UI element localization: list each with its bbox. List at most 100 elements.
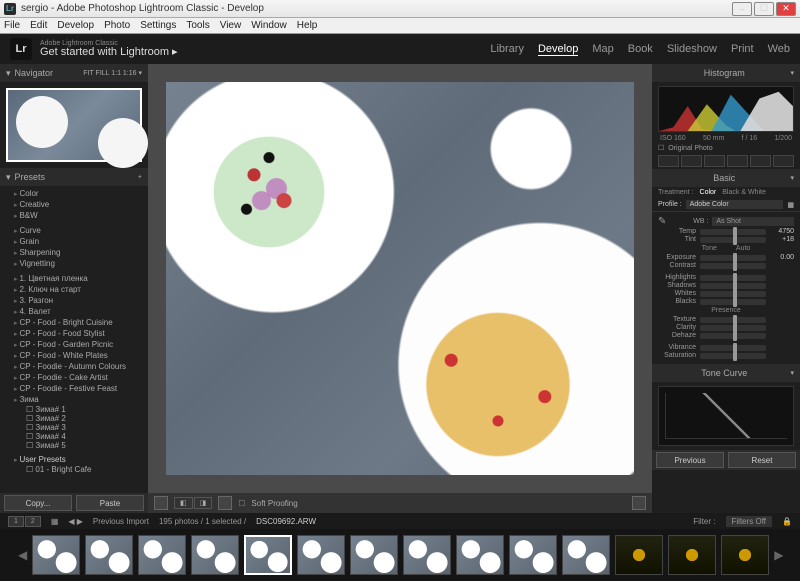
treatment-bw[interactable]: Black & White [722, 189, 766, 196]
preset-group[interactable]: CP - Food - Bright Cuisine [4, 317, 144, 328]
preset-group[interactable]: 2. Ключ на старт [4, 284, 144, 295]
profile-browser-icon[interactable]: ▦ [787, 201, 794, 209]
preset-group[interactable]: 1. Цветная пленка [4, 273, 144, 284]
preset-group[interactable]: Sharpening [4, 247, 144, 258]
navigator-modes[interactable]: FIT FILL 1:1 1:16 ▾ [83, 69, 142, 77]
preset-item[interactable]: Зима# 2 [4, 414, 144, 423]
clarity-slider[interactable] [700, 325, 766, 331]
filmstrip-thumb[interactable] [350, 535, 398, 575]
shadows-slider[interactable] [700, 283, 766, 289]
photo-canvas[interactable] [148, 64, 652, 493]
wb-select[interactable]: As Shot [712, 217, 794, 226]
preset-item[interactable]: Зима# 1 [4, 405, 144, 414]
module-develop[interactable]: Develop [538, 43, 578, 56]
module-library[interactable]: Library [490, 43, 524, 56]
filmstrip-thumb-selected[interactable] [244, 535, 292, 575]
tint-slider[interactable] [700, 237, 766, 243]
exposure-slider[interactable] [700, 255, 766, 261]
menu-photo[interactable]: Photo [104, 20, 130, 31]
filmstrip-thumb[interactable] [297, 535, 345, 575]
filmstrip-thumb[interactable] [509, 535, 557, 575]
module-book[interactable]: Book [628, 43, 653, 56]
menu-tools[interactable]: Tools [186, 20, 209, 31]
preset-group[interactable]: Vignetting [4, 258, 144, 269]
module-map[interactable]: Map [592, 43, 613, 56]
filmstrip-thumb[interactable] [615, 535, 663, 575]
menu-file[interactable]: File [4, 20, 20, 31]
brand-title[interactable]: Get started with Lightroom ▸ [40, 47, 178, 58]
preset-group[interactable]: B&W [4, 210, 144, 221]
filmstrip-thumb[interactable] [403, 535, 451, 575]
preset-item[interactable]: 01 - Bright Cafe [4, 465, 144, 474]
preset-group[interactable]: Grain [4, 236, 144, 247]
texture-slider[interactable] [700, 317, 766, 323]
menu-view[interactable]: View [220, 20, 242, 31]
preset-group[interactable]: Зима [4, 394, 144, 405]
monitor-icon[interactable]: 2 [25, 516, 41, 527]
reset-button[interactable]: Reset [728, 452, 796, 468]
preset-item[interactable]: Зима# 3 [4, 423, 144, 432]
before-after-icon[interactable]: ◧ [174, 497, 193, 509]
filmstrip-source[interactable]: Previous Import [93, 517, 149, 526]
user-presets-header[interactable]: User Presets [4, 454, 144, 465]
filmstrip-next-icon[interactable]: ▶ [774, 548, 783, 562]
preset-group[interactable]: Color [4, 188, 144, 199]
toolbar-menu-icon[interactable] [632, 496, 646, 510]
module-print[interactable]: Print [731, 43, 754, 56]
preset-group[interactable]: CP - Foodie - Autumn Colours [4, 361, 144, 372]
preset-group[interactable]: 4. Валет [4, 306, 144, 317]
tone-curve-header[interactable]: Tone Curve▾ [652, 364, 800, 382]
soft-proofing-label[interactable]: Soft Proofing [251, 499, 297, 508]
navigator-header[interactable]: ▾ Navigator FIT FILL 1:1 1:16 ▾ [0, 64, 148, 82]
preset-group[interactable]: CP - Foodie - Cake Artist [4, 372, 144, 383]
basic-header[interactable]: Basic▾ [652, 169, 800, 187]
highlights-slider[interactable] [700, 275, 766, 281]
radial-tool-icon[interactable] [750, 155, 771, 167]
filmstrip-prev-icon[interactable]: ◀ [18, 548, 27, 562]
eyedropper-icon[interactable]: ✎ [658, 216, 666, 227]
exposure-value[interactable]: 0.00 [770, 254, 794, 261]
before-after-icon[interactable]: ◨ [194, 497, 213, 509]
tone-curve-display[interactable] [658, 386, 794, 446]
menu-help[interactable]: Help [297, 20, 318, 31]
histogram-header[interactable]: Histogram ▾ [652, 64, 800, 82]
blacks-slider[interactable] [700, 299, 766, 305]
redeye-tool-icon[interactable] [704, 155, 725, 167]
module-web[interactable]: Web [768, 43, 790, 56]
preset-group[interactable]: CP - Foodie - Festive Feast [4, 383, 144, 394]
presets-header[interactable]: ▾ Presets + [0, 168, 148, 186]
previous-button[interactable]: Previous [656, 452, 724, 468]
tool-icon[interactable] [218, 496, 232, 510]
filmstrip-thumb[interactable] [456, 535, 504, 575]
module-slideshow[interactable]: Slideshow [667, 43, 717, 56]
menu-develop[interactable]: Develop [57, 20, 94, 31]
menu-window[interactable]: Window [251, 20, 287, 31]
grid-icon[interactable]: ▦ [51, 517, 59, 526]
tint-value[interactable]: +18 [770, 236, 794, 243]
menu-edit[interactable]: Edit [30, 20, 47, 31]
temp-value[interactable]: 4750 [770, 228, 794, 235]
filmstrip-thumb[interactable] [138, 535, 186, 575]
gradient-tool-icon[interactable] [727, 155, 748, 167]
navigator-thumbnail[interactable] [6, 88, 142, 162]
original-photo-checkbox[interactable]: Original Photo [668, 145, 712, 152]
spot-tool-icon[interactable] [681, 155, 702, 167]
presets-add-icon[interactable]: + [138, 174, 142, 181]
histogram-display[interactable] [658, 86, 794, 132]
treatment-color[interactable]: Color [700, 189, 717, 196]
filmstrip-thumb[interactable] [85, 535, 133, 575]
temp-slider[interactable] [700, 229, 766, 235]
filter-select[interactable]: Filters Off [726, 516, 773, 527]
window-close-button[interactable]: ✕ [776, 2, 796, 16]
menu-settings[interactable]: Settings [140, 20, 176, 31]
saturation-slider[interactable] [700, 353, 766, 359]
preset-item[interactable]: Зима# 5 [4, 441, 144, 450]
window-maximize-button[interactable]: ☐ [754, 2, 774, 16]
window-minimize-button[interactable]: – [732, 2, 752, 16]
profile-select[interactable]: Adobe Color [686, 200, 784, 209]
filmstrip-thumb[interactable] [191, 535, 239, 575]
preset-group[interactable]: CP - Food - White Plates [4, 350, 144, 361]
preset-group[interactable]: 3. Разгон [4, 295, 144, 306]
monitor-icon[interactable]: 1 [8, 516, 24, 527]
preset-group[interactable]: Creative [4, 199, 144, 210]
